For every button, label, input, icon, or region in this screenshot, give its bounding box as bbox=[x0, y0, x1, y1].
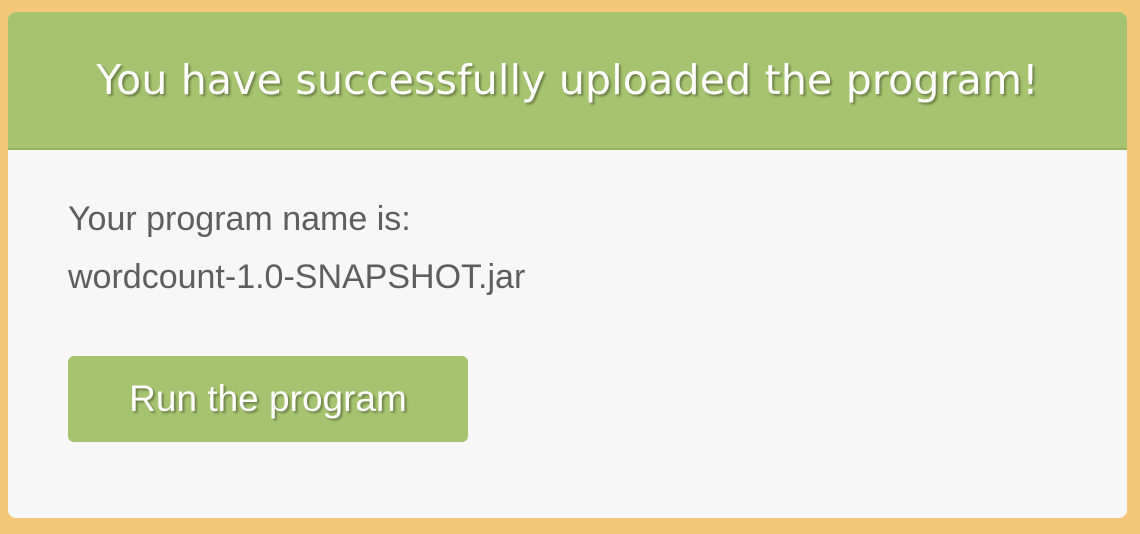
card-body: Your program name is: wordcount-1.0-SNAP… bbox=[8, 150, 1127, 442]
run-program-button[interactable]: Run the program bbox=[68, 356, 468, 442]
page-title: You have successfully uploaded the progr… bbox=[96, 56, 1039, 104]
program-name-label: Your program name is: bbox=[68, 200, 411, 238]
program-name-value: wordcount-1.0-SNAPSHOT.jar bbox=[68, 258, 526, 296]
upload-success-card: You have successfully uploaded the progr… bbox=[8, 12, 1127, 518]
card-header: You have successfully uploaded the progr… bbox=[8, 12, 1127, 150]
